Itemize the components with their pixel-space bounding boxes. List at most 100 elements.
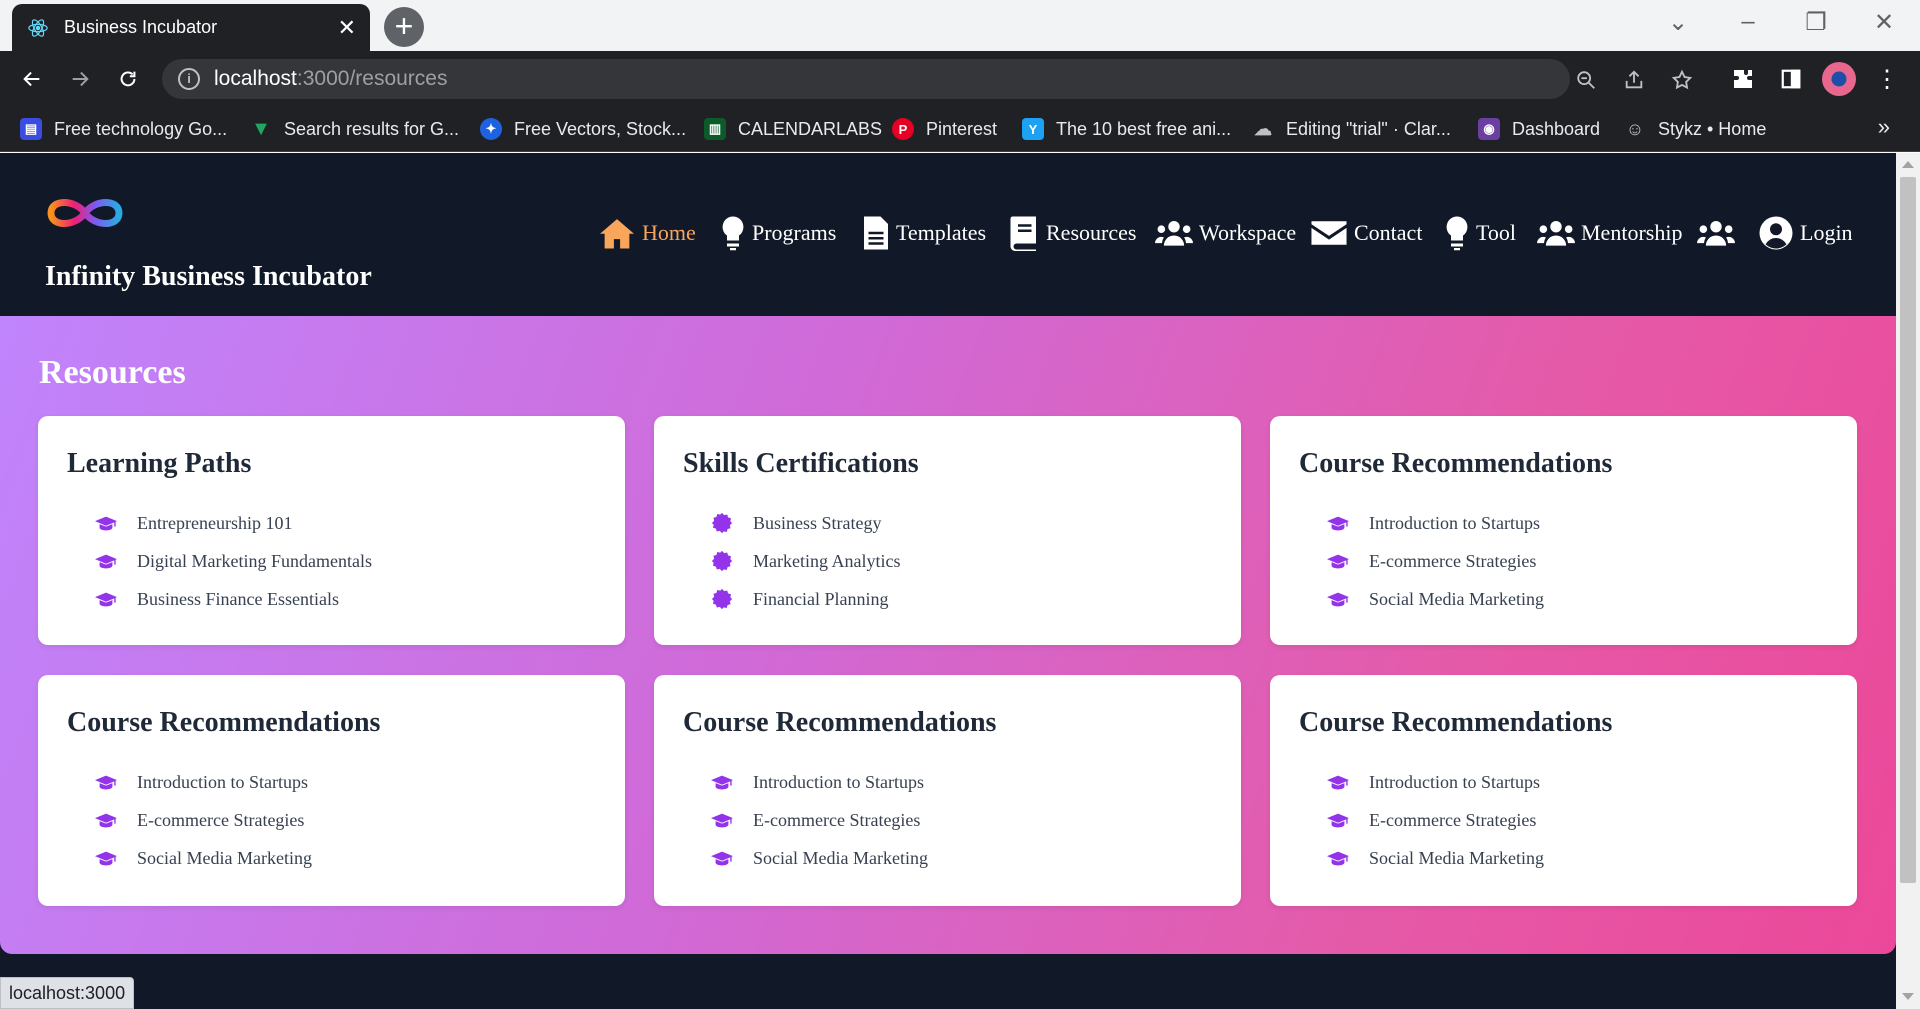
minimize-icon[interactable]: – (1728, 8, 1768, 36)
list-item[interactable]: Entrepreneurship 101 (95, 504, 372, 542)
nav-contact[interactable]: Contact (1310, 213, 1422, 253)
graduation-cap-icon (95, 591, 127, 607)
scroll-up-icon[interactable] (1902, 161, 1914, 168)
nav-mentorship[interactable]: Mentorship (1537, 213, 1682, 253)
nav-programs[interactable]: Programs (720, 213, 836, 253)
nav-label: Programs (752, 220, 837, 245)
list-item-label: Business Strategy (753, 512, 882, 533)
browser-tab[interactable]: Business Incubator ✕ (12, 4, 370, 51)
page-scrollbar[interactable] (1896, 153, 1920, 1009)
graduation-cap-icon (1327, 591, 1359, 607)
list-item-label: Digital Marketing Fundamentals (137, 550, 372, 571)
envelope-icon (1311, 221, 1347, 245)
list-item[interactable]: Marketing Analytics (711, 542, 900, 580)
share-icon[interactable] (1622, 68, 1646, 92)
card-title: Course Recommendations (683, 707, 997, 738)
nav-label: Resources (1046, 220, 1137, 245)
bookmark-item[interactable]: Y The 10 best free ani... (1022, 115, 1231, 143)
stykz-icon: ☺ (1625, 118, 1645, 139)
scrollbar-thumb[interactable] (1900, 177, 1916, 883)
lightbulb-icon (1446, 216, 1468, 251)
bookmark-item[interactable]: ▥ CALENDARLABS (704, 115, 882, 143)
book-icon (1010, 216, 1036, 251)
list-item[interactable]: Social Media Marketing (95, 839, 312, 877)
list-item[interactable]: Business Strategy (711, 504, 900, 542)
profile-avatar[interactable] (1822, 62, 1856, 96)
bookmark-star-icon[interactable] (1670, 68, 1694, 92)
list-item[interactable]: Introduction to Startups (95, 763, 312, 801)
list-item[interactable]: Introduction to Startups (711, 763, 928, 801)
address-bar[interactable]: i localhost:3000/resources (162, 59, 1693, 99)
nav-label: Login (1800, 220, 1853, 245)
nav-login[interactable]: Login (1758, 213, 1853, 253)
close-window-icon[interactable]: ✕ (1864, 8, 1904, 37)
resource-card: Course Recommendations Introduction to St… (1270, 416, 1857, 645)
list-item[interactable]: Social Media Marketing (1327, 839, 1544, 877)
list-item-label: Financial Planning (753, 588, 889, 609)
bookmark-label: Dashboard (1512, 118, 1601, 139)
restore-icon[interactable]: ❐ (1796, 8, 1836, 37)
list-item[interactable]: E-commerce Strategies (1327, 801, 1544, 839)
bookmark-icon: ▤ (20, 118, 42, 140)
page-title: Resources (39, 354, 186, 391)
list-item[interactable]: E-commerce Strategies (95, 801, 312, 839)
list-item-label: E-commerce Strategies (753, 809, 921, 830)
list-item[interactable]: Business Finance Essentials (95, 580, 372, 618)
freepik-icon: ✦ (480, 118, 502, 140)
list-item[interactable]: Social Media Marketing (711, 839, 928, 877)
nav-community[interactable] (1697, 213, 1741, 253)
card-title: Skills Certifications (683, 448, 919, 479)
list-item[interactable]: E-commerce Strategies (711, 801, 928, 839)
bookmark-item[interactable]: ◉ Dashboard (1478, 115, 1600, 143)
react-icon (26, 16, 50, 40)
bookmark-item[interactable]: ☁ Editing "trial" · Clar... (1252, 115, 1451, 143)
list-item[interactable]: Digital Marketing Fundamentals (95, 542, 372, 580)
list-item[interactable]: Introduction to Startups (1327, 763, 1544, 801)
list-item-label: Introduction to Startups (1369, 512, 1540, 533)
nav-tool[interactable]: Tool (1444, 213, 1516, 253)
bookmark-label: CALENDARLABS (738, 118, 883, 139)
graduation-cap-icon (711, 850, 743, 866)
bookmark-item[interactable]: ☺ Stykz • Home (1624, 115, 1767, 143)
tab-close-icon[interactable]: ✕ (338, 16, 356, 39)
list-item[interactable]: Introduction to Startups (1327, 504, 1544, 542)
list-item-label: Social Media Marketing (1369, 847, 1544, 868)
extensions-icon[interactable] (1726, 62, 1760, 96)
site-info-icon[interactable]: i (178, 68, 200, 90)
side-panel-icon[interactable] (1774, 62, 1808, 96)
bookmark-label: Free Vectors, Stock... (514, 118, 687, 139)
bookmark-label: Stykz • Home (1658, 118, 1767, 139)
list-item[interactable]: Social Media Marketing (1327, 580, 1544, 618)
forward-icon[interactable] (62, 61, 98, 97)
bookmark-item[interactable]: ✦ Free Vectors, Stock... (480, 115, 686, 143)
list-item-label: E-commerce Strategies (1369, 809, 1537, 830)
bookmark-label: Free technology Go... (54, 118, 228, 139)
graduation-cap-icon (1327, 774, 1359, 790)
site-icon: Y (1022, 118, 1044, 140)
graduation-cap-icon (1327, 850, 1359, 866)
nav-label: Home (642, 220, 696, 245)
tab-search-icon[interactable]: ⌄ (1658, 8, 1698, 37)
nav-resources[interactable]: Resources (1008, 213, 1136, 253)
graduation-cap-icon (95, 553, 127, 569)
browser-menu-icon[interactable]: ⋮ (1870, 62, 1904, 96)
nav-workspace[interactable]: Workspace (1155, 213, 1296, 253)
users-icon (1697, 220, 1735, 246)
nav-templates[interactable]: Templates (862, 213, 986, 253)
bookmark-item[interactable]: ▼ Search results for G... (250, 115, 459, 143)
reload-icon[interactable] (110, 61, 146, 97)
nav-home[interactable]: Home (598, 213, 696, 253)
bookmark-item[interactable]: ▤ Free technology Go... (20, 115, 227, 143)
bookmark-item[interactable]: P Pinterest (892, 115, 997, 143)
scroll-down-icon[interactable] (1902, 993, 1914, 1000)
more-bookmarks-icon[interactable]: » (1878, 114, 1890, 140)
resource-card: Course Recommendations Introduction to St… (654, 675, 1241, 906)
list-item-label: Introduction to Startups (753, 771, 924, 792)
back-icon[interactable] (14, 61, 50, 97)
list-item[interactable]: Financial Planning (711, 580, 900, 618)
zoom-icon[interactable] (1574, 68, 1598, 92)
new-tab-button[interactable]: + (384, 7, 424, 47)
list-item-label: Social Media Marketing (753, 847, 928, 868)
url-host: localhost (214, 67, 297, 90)
list-item[interactable]: E-commerce Strategies (1327, 542, 1544, 580)
